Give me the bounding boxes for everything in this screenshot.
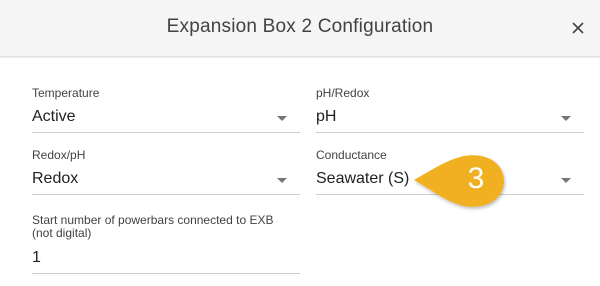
close-button[interactable] <box>566 16 590 40</box>
redox-ph-field: Redox/pH Redox <box>32 148 300 198</box>
callout-number: 3 <box>467 162 485 195</box>
redox-ph-value: Redox <box>32 170 79 187</box>
ph-redox-select[interactable]: pH <box>316 103 584 133</box>
ph-redox-label: pH/Redox <box>316 86 370 100</box>
temperature-value: Active <box>32 108 76 125</box>
conductance-value: Seawater (S) <box>316 170 410 187</box>
ph-redox-field: pH/Redox pH <box>316 86 584 136</box>
step-callout: 3 <box>412 152 507 210</box>
close-icon <box>572 22 584 34</box>
powerbars-label-line2: (not digital) <box>32 226 92 240</box>
powerbars-value: 1 <box>32 249 41 266</box>
dialog-title: Expansion Box 2 Configuration <box>166 16 434 37</box>
temperature-label: Temperature <box>32 86 100 100</box>
dialog-header: Expansion Box 2 Configuration <box>0 0 600 57</box>
dropdown-arrow-icon <box>561 178 571 183</box>
dropdown-arrow-icon <box>277 178 287 183</box>
redox-ph-select[interactable]: Redox <box>32 165 300 195</box>
powerbars-field: Start number of powerbars connected to E… <box>32 214 300 274</box>
ph-redox-value: pH <box>316 108 337 125</box>
dropdown-arrow-icon <box>277 116 287 121</box>
temperature-select[interactable]: Active <box>32 103 300 133</box>
temperature-field: Temperature Active <box>32 86 300 136</box>
dropdown-arrow-icon <box>561 116 571 121</box>
redox-ph-label: Redox/pH <box>32 148 86 162</box>
powerbars-input[interactable]: 1 <box>32 244 300 274</box>
